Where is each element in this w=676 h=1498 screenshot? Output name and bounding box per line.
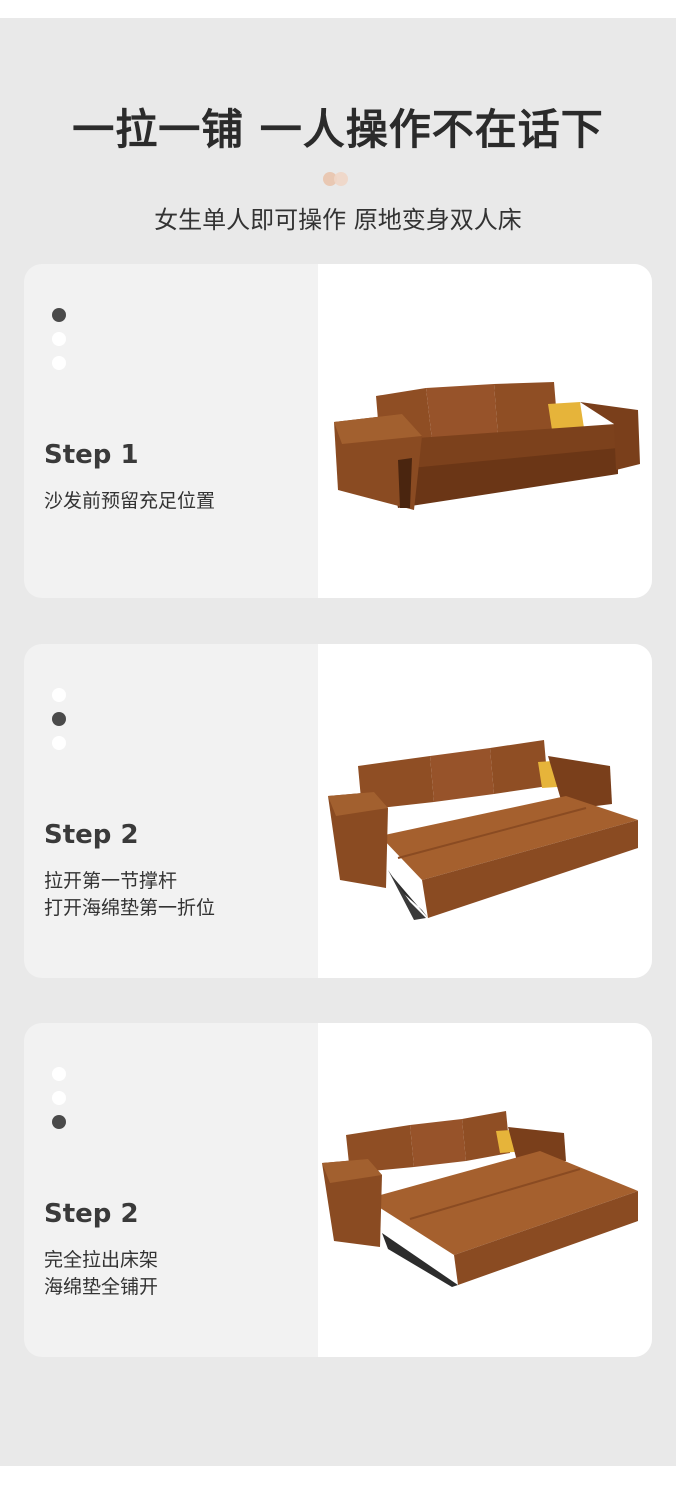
- step-description: 拉开第一节撑杆 打开海绵垫第一折位: [44, 868, 215, 922]
- step-text-panel: Step 1 沙发前预留充足位置: [24, 264, 318, 598]
- step-dot: [52, 1067, 66, 1081]
- page-title: 一拉一铺 一人操作不在话下: [72, 105, 604, 154]
- accent-dot: [334, 172, 348, 186]
- step-title: Step 1: [44, 440, 139, 470]
- step-description-line: 沙发前预留充足位置: [44, 490, 216, 512]
- step-description-line: 拉开第一节撑杆: [44, 870, 178, 892]
- step-dot: [52, 308, 66, 322]
- step-text-panel: Step 2 拉开第一节撑杆 打开海绵垫第一折位: [24, 644, 318, 978]
- step-card-2: Step 2 拉开第一节撑杆 打开海绵垫第一折位: [24, 644, 652, 978]
- sofa-half-open-image: [328, 740, 638, 920]
- step-dot: [52, 1091, 66, 1105]
- sofa-image-panel: [318, 1023, 652, 1357]
- sofa-closed-image: [334, 382, 640, 510]
- page-background: 一拉一铺 一人操作不在话下 女生单人即可操作 原地变身双人床 Step 1 沙发…: [0, 18, 676, 1466]
- page-subtitle: 女生单人即可操作 原地变身双人床: [154, 206, 522, 234]
- step-dot: [52, 712, 66, 726]
- sofa-image-panel: [318, 644, 652, 978]
- step-description: 完全拉出床架 海绵垫全铺开: [44, 1247, 158, 1301]
- step-dot: [52, 1115, 66, 1129]
- step-dot: [52, 332, 66, 346]
- step-dot: [52, 688, 66, 702]
- step-description-line: 海绵垫全铺开: [44, 1276, 159, 1298]
- step-title: Step 2: [44, 820, 139, 850]
- step-text-panel: Step 2 完全拉出床架 海绵垫全铺开: [24, 1023, 318, 1357]
- accent-dots: [323, 172, 353, 186]
- step-description-line: 打开海绵垫第一折位: [44, 897, 216, 919]
- step-card-1: Step 1 沙发前预留充足位置: [24, 264, 652, 598]
- step-dot: [52, 736, 66, 750]
- step-title: Step 2: [44, 1199, 139, 1229]
- step-dot: [52, 356, 66, 370]
- step-indicator: [52, 688, 68, 752]
- sofa-image-panel: [318, 264, 652, 598]
- sofa-bed-open-image: [322, 1111, 638, 1287]
- step-description: 沙发前预留充足位置: [44, 488, 215, 515]
- step-card-3: Step 2 完全拉出床架 海绵垫全铺开: [24, 1023, 652, 1357]
- step-indicator: [52, 1067, 68, 1131]
- step-indicator: [52, 308, 68, 372]
- step-description-line: 完全拉出床架: [44, 1249, 159, 1271]
